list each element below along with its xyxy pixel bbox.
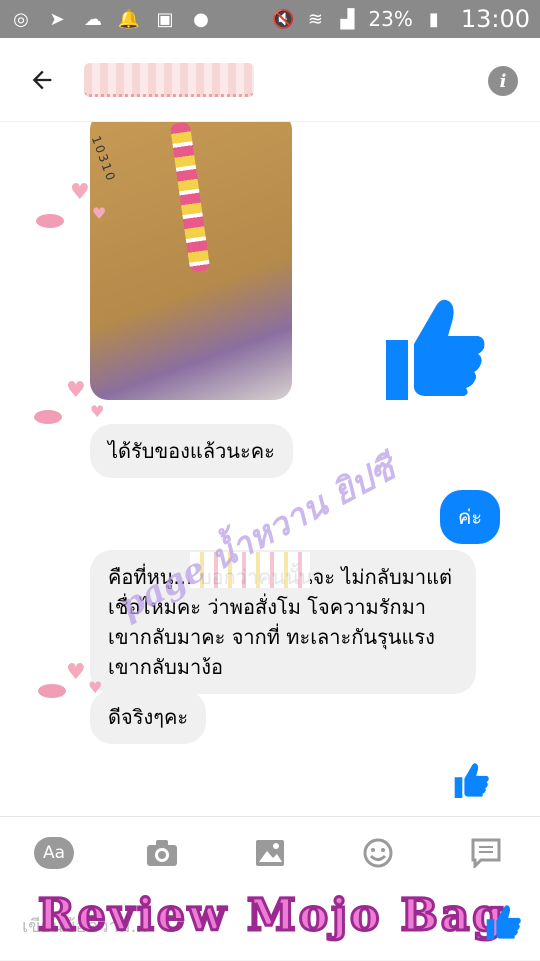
avatar[interactable] — [22, 214, 78, 280]
thumbs-up-icon — [386, 299, 485, 400]
text-format-button[interactable]: Aa — [32, 831, 76, 875]
messenger-icon: ● — [193, 8, 209, 30]
battery-percent: 23% — [368, 7, 413, 31]
camera-icon[interactable] — [140, 831, 184, 875]
status-bar: ◎ ➤ ☁ 🔔 ▣ ● 🔇 ≋ ▟ 23% ▮ 13:00 — [0, 0, 540, 38]
message-bubble[interactable]: ได้รับของแล้วนะคะ — [90, 424, 293, 478]
record-icon: ◎ — [13, 8, 29, 30]
emoji-icon[interactable] — [356, 831, 400, 875]
thumbs-up-icon[interactable] — [486, 904, 522, 940]
photo-label: 10310 — [90, 134, 119, 185]
aa-icon: Aa — [34, 837, 74, 869]
signal-icon: ▟ — [340, 8, 355, 30]
message-bubble[interactable]: ดีจริงๆคะ — [90, 690, 207, 744]
thumbs-up-icon[interactable] — [454, 762, 490, 798]
gallery-icon: ▣ — [156, 8, 174, 30]
contact-name-banner[interactable] — [84, 62, 254, 97]
heart-icon: ♥ — [70, 180, 90, 205]
composer-toolbar: Aa — [0, 817, 540, 889]
message-list[interactable]: 10310 ♥ ♥ ♥ ♥ ได้รับของแล้วนะคะ ค่ะ คือท… — [0, 122, 540, 816]
avatar[interactable] — [20, 410, 76, 476]
navigation-icon: ➤ — [49, 8, 65, 30]
conversation-header: i — [0, 38, 540, 122]
heart-icon: ♥ — [92, 204, 107, 223]
battery-icon: ▮ — [428, 8, 439, 30]
avatar[interactable] — [24, 684, 68, 740]
more-options-icon[interactable] — [464, 831, 508, 875]
arrow-left-icon[interactable] — [0, 38, 84, 122]
clock: 13:00 — [460, 5, 530, 33]
sticker-overlay — [190, 552, 310, 588]
message-bubble-sent[interactable]: ค่ะ — [440, 490, 500, 544]
notification-bell-icon: 🔔 — [117, 8, 141, 30]
wifi-icon: ≋ — [307, 8, 323, 30]
line-app-icon: ☁ — [84, 8, 102, 30]
gallery-icon[interactable] — [248, 831, 292, 875]
photo-message[interactable]: 10310 — [90, 122, 292, 400]
info-icon[interactable]: i — [488, 66, 518, 96]
heart-icon: ♥ — [90, 402, 105, 421]
heart-icon: ♥ — [66, 660, 86, 685]
review-overlay-text: Review Mojo Bag — [36, 889, 507, 943]
mute-icon: 🔇 — [272, 8, 295, 30]
sticker-strip — [169, 122, 211, 273]
heart-icon: ♥ — [66, 378, 86, 403]
